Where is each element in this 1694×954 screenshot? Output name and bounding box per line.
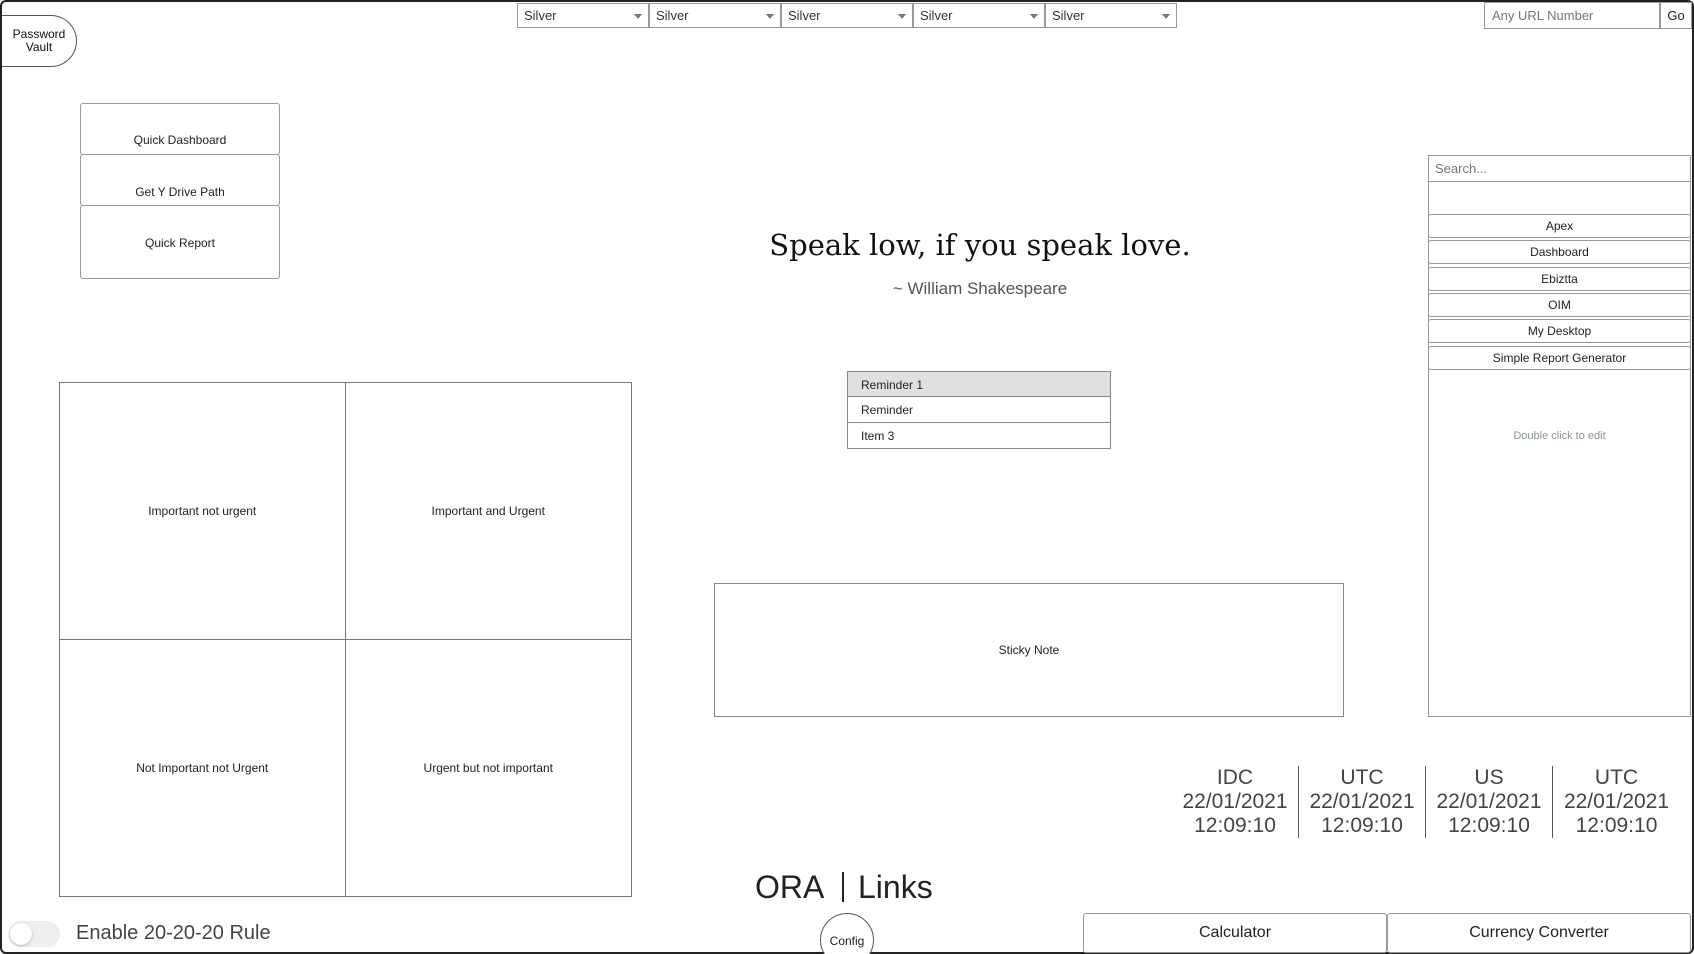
chevron-down-icon	[898, 14, 906, 19]
list-item[interactable]: Reminder 1	[847, 371, 1111, 397]
clock-idc: IDC 22/01/2021 12:09:10	[1172, 766, 1299, 838]
chevron-down-icon	[766, 14, 774, 19]
matrix-not-important-not-urgent[interactable]: Not Important not Urgent	[60, 639, 346, 896]
rule-toggle[interactable]	[8, 921, 60, 947]
clock-utc: UTC 22/01/2021 12:09:10	[1299, 766, 1426, 838]
list-item[interactable]: Item 3	[847, 423, 1111, 449]
config-label: Config	[829, 934, 865, 948]
select-4[interactable]: Silver	[913, 3, 1045, 28]
matrix-urgent-not-important[interactable]: Urgent but not important	[346, 640, 632, 897]
config-button[interactable]: Config	[820, 913, 874, 954]
password-vault-label: Password Vault	[12, 27, 66, 54]
chevron-down-icon	[634, 14, 642, 19]
link-simple-report-generator-button[interactable]: Simple Report Generator	[1428, 346, 1691, 370]
clock-utc-2: UTC 22/01/2021 12:09:10	[1563, 766, 1670, 837]
clock-us: US 22/01/2021 12:09:10	[1426, 766, 1553, 838]
sticky-note-label: Sticky Note	[998, 643, 1060, 657]
rule-toggle-label: Enable 20-20-20 Rule	[76, 922, 271, 944]
toggle-knob	[10, 923, 32, 945]
link-apex-button[interactable]: Apex	[1428, 214, 1691, 238]
brand-ora: ORA	[755, 869, 825, 905]
matrix-important-and-urgent[interactable]: Important and Urgent	[345, 383, 631, 640]
chevron-down-icon	[1162, 14, 1170, 19]
search-input[interactable]	[1428, 155, 1691, 182]
quick-dashboard-button[interactable]: Quick Dashboard	[80, 103, 280, 155]
password-vault-button[interactable]: Password Vault	[2, 15, 77, 67]
quick-report-button[interactable]: Quick Report	[80, 205, 280, 279]
eisenhower-matrix: Important not urgent Important and Urgen…	[59, 382, 632, 897]
list-item[interactable]: Reminder	[847, 397, 1111, 423]
sticky-note[interactable]: Sticky Note	[714, 583, 1344, 717]
quote-author: ~ William Shakespeare	[892, 279, 1068, 298]
select-3[interactable]: Silver	[781, 3, 913, 28]
chevron-down-icon	[1030, 14, 1038, 19]
get-y-drive-path-button[interactable]: Get Y Drive Path	[80, 154, 280, 206]
select-2[interactable]: Silver	[649, 3, 781, 28]
edit-hint: Double click to edit	[1513, 430, 1606, 442]
link-oim-button[interactable]: OIM	[1428, 293, 1691, 317]
brand-links: Links	[858, 869, 933, 905]
matrix-important-not-urgent[interactable]: Important not urgent	[60, 383, 346, 640]
link-my-desktop-button[interactable]: My Desktop	[1428, 319, 1691, 343]
quote-text: Speak low, if you speak love.	[769, 228, 1191, 262]
currency-converter-button[interactable]: Currency Converter	[1387, 913, 1691, 953]
theme-selects: Silver Silver Silver Silver Silver	[517, 3, 1177, 28]
go-button[interactable]: Go	[1660, 2, 1692, 29]
calculator-button[interactable]: Calculator	[1083, 913, 1387, 953]
link-ebiztta-button[interactable]: Ebiztta	[1428, 267, 1691, 291]
reminder-list: Reminder 1 Reminder Item 3	[847, 371, 1111, 449]
link-dashboard-button[interactable]: Dashboard	[1428, 240, 1691, 264]
select-1[interactable]: Silver	[517, 3, 649, 28]
world-clocks: IDC 22/01/2021 12:09:10 UTC 22/01/2021 1…	[1172, 766, 1680, 838]
brand-divider	[842, 872, 844, 902]
select-5[interactable]: Silver	[1045, 3, 1177, 28]
url-number-input[interactable]	[1484, 2, 1660, 29]
